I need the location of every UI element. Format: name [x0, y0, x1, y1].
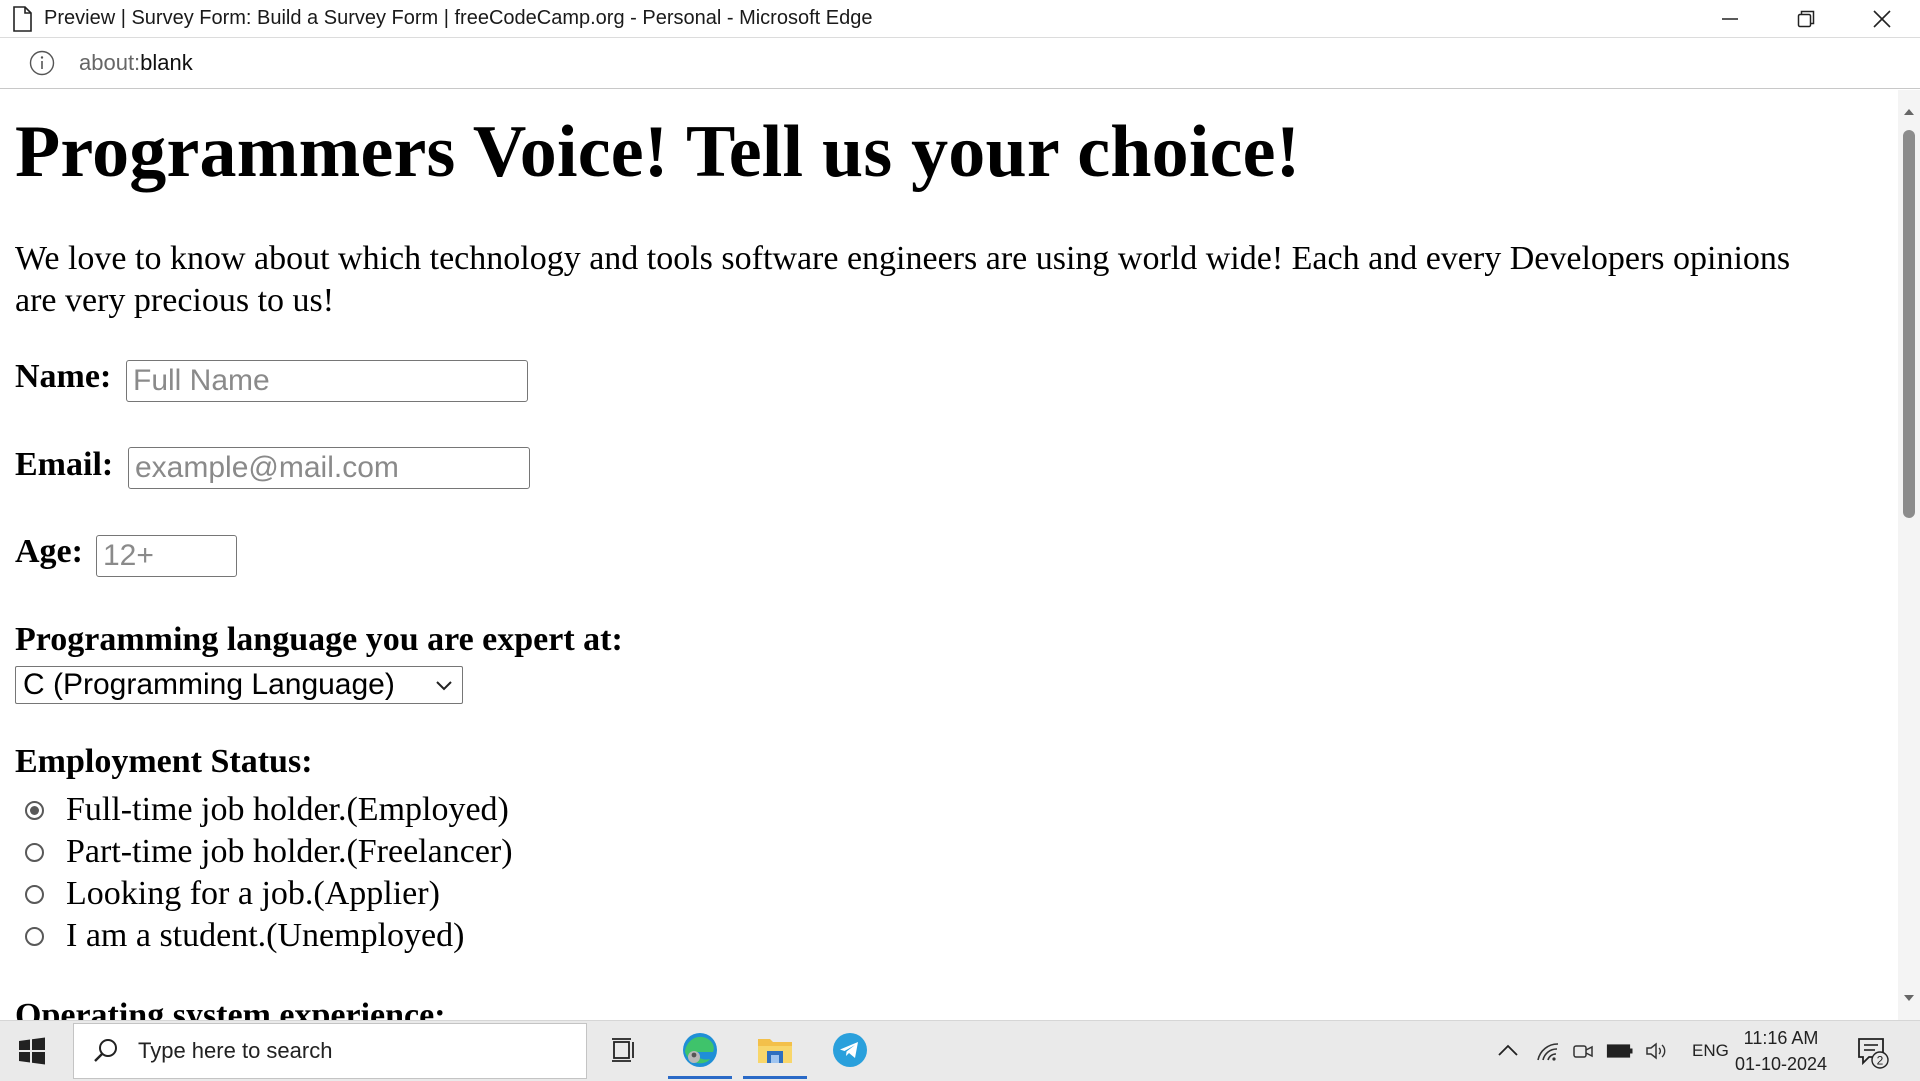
taskbar-edge-button[interactable] [665, 1021, 735, 1079]
employment-option-looking[interactable]: Looking for a job.(Applier) [15, 873, 440, 915]
file-explorer-icon [758, 1039, 792, 1063]
taskbar-telegram-button[interactable] [815, 1021, 885, 1079]
name-label: Name: [15, 358, 112, 395]
radio-label: Part-time job holder.(Freelancer) [66, 833, 513, 870]
clock-time: 11:16 AM [1743, 1028, 1819, 1048]
employment-option-full-time[interactable]: Full-time job holder.(Employed) [15, 789, 509, 831]
email-label: Email: [15, 446, 114, 483]
radio-label: I am a student.(Unemployed) [66, 917, 465, 954]
radio-label: Looking for a job.(Applier) [66, 875, 440, 912]
volume-icon[interactable] [1644, 1040, 1670, 1062]
meet-now-icon[interactable] [1572, 1040, 1594, 1062]
window-title: Preview | Survey Form: Build a Survey Fo… [44, 7, 873, 29]
battery-icon[interactable] [1606, 1042, 1634, 1060]
info-icon[interactable] [29, 50, 55, 76]
url-text[interactable]: about:blank [79, 50, 193, 76]
page-viewport: Programmers Voice! Tell us your choice! … [0, 90, 1898, 1020]
edge-icon [683, 1033, 717, 1067]
chevron-down-icon [436, 681, 452, 691]
restore-button[interactable] [1768, 0, 1844, 37]
minimize-icon [1722, 17, 1738, 20]
taskbar: Type here to search ENG 11:16 AM 01-10-2… [0, 1020, 1920, 1081]
chevron-up-icon[interactable] [1496, 1041, 1520, 1061]
age-label: Age: [15, 533, 83, 570]
url-path: blank [140, 50, 193, 75]
scroll-down-icon[interactable] [1903, 994, 1915, 1004]
clock-date: 01-10-2024 [1734, 1054, 1828, 1074]
address-bar[interactable]: about:blank [0, 38, 1920, 89]
age-input[interactable] [96, 535, 237, 577]
scroll-up-icon[interactable] [1903, 106, 1915, 116]
language-label: Programming language you are expert at: [15, 621, 623, 658]
os-experience-label: Operating system experience: [15, 997, 446, 1020]
page-scrollbar[interactable] [1898, 90, 1920, 1020]
telegram-icon [833, 1033, 867, 1067]
notification-count: 2 [1877, 1054, 1884, 1068]
notification-icon[interactable]: 2 [1855, 1035, 1889, 1069]
page-title: Programmers Voice! Tell us your choice! [15, 111, 1301, 193]
windows-start-icon[interactable] [15, 1034, 49, 1068]
url-scheme: about: [79, 50, 141, 75]
radio-button[interactable] [25, 884, 44, 904]
taskbar-file-explorer-button[interactable] [740, 1021, 810, 1079]
radio-button[interactable] [25, 926, 44, 946]
close-button[interactable] [1844, 0, 1920, 37]
search-placeholder: Type here to search [138, 1038, 333, 1063]
language-select-value: C (Programming Language) [23, 668, 395, 701]
name-input[interactable] [126, 360, 528, 402]
taskbar-clock[interactable]: 11:16 AM 01-10-2024 [1718, 1025, 1844, 1077]
employment-option-student[interactable]: I am a student.(Unemployed) [15, 915, 464, 957]
document-icon [13, 5, 32, 32]
task-view-icon [612, 1038, 634, 1062]
system-tray: ENG [1496, 1021, 1729, 1081]
employment-label: Employment Status: [15, 743, 313, 780]
page-description: We love to know about which technology a… [15, 240, 1791, 319]
employment-option-part-time[interactable]: Part-time job holder.(Freelancer) [15, 831, 513, 873]
restore-icon [1797, 10, 1815, 27]
email-input[interactable] [128, 447, 530, 489]
search-icon [94, 1039, 117, 1062]
radio-button[interactable] [25, 800, 44, 820]
taskbar-search[interactable]: Type here to search [73, 1023, 587, 1079]
language-select[interactable]: C (Programming Language) [15, 666, 463, 704]
scroll-thumb[interactable] [1903, 130, 1915, 518]
radio-label: Full-time job holder.(Employed) [66, 791, 509, 828]
minimize-button[interactable] [1692, 0, 1768, 37]
radio-button[interactable] [25, 842, 44, 862]
task-view-button[interactable] [590, 1021, 660, 1079]
window-title-bar: Preview | Survey Form: Build a Survey Fo… [0, 0, 1920, 38]
close-icon [1873, 9, 1891, 28]
wifi-icon[interactable] [1536, 1040, 1560, 1062]
